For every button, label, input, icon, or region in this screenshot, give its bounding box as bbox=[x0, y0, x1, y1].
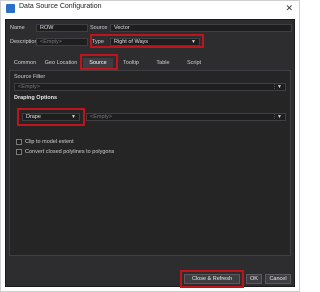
title-bar: Data Source Configuration ✕ bbox=[1, 1, 299, 17]
cancel-button[interactable]: Cancel bbox=[265, 274, 291, 284]
ok-button[interactable]: OK bbox=[246, 274, 262, 284]
type-highlight bbox=[90, 34, 204, 48]
source-filter-field[interactable]: <Empty> ⋮▼ bbox=[14, 83, 286, 91]
tab-common[interactable]: Common bbox=[11, 58, 39, 68]
window-title: Data Source Configuration bbox=[19, 3, 102, 10]
dialog-body: Name ROW Source Vector Description <Empt… bbox=[5, 19, 295, 288]
name-label: Name bbox=[10, 25, 25, 31]
name-field[interactable]: ROW bbox=[36, 24, 88, 32]
close-refresh-highlight bbox=[180, 270, 244, 288]
draping-filter-field[interactable]: <Empty> ⋮▼ bbox=[86, 113, 286, 121]
source-panel: Source Filter <Empty> ⋮▼ Draping Options… bbox=[9, 70, 291, 256]
dialog-window: Data Source Configuration ✕ Name ROW Sou… bbox=[0, 0, 300, 292]
more-options-icon[interactable]: ⋮▼ bbox=[272, 84, 282, 90]
source-tab-highlight bbox=[80, 54, 118, 70]
source-label: Source bbox=[90, 25, 108, 31]
tab-script[interactable]: Script bbox=[179, 58, 209, 68]
source-filter-placeholder: <Empty> bbox=[18, 84, 41, 90]
draping-options-header: Draping Options bbox=[14, 95, 58, 101]
tab-tooltip[interactable]: Tooltip bbox=[115, 58, 147, 68]
tab-geo-location[interactable]: Geo Location bbox=[41, 58, 81, 68]
clip-label: Clip to model extent bbox=[25, 139, 74, 145]
source-field[interactable]: Vector bbox=[110, 24, 292, 32]
app-icon bbox=[6, 4, 15, 13]
description-label: Description bbox=[10, 39, 38, 45]
more-options-icon[interactable]: ⋮▼ bbox=[272, 114, 282, 120]
source-value: Vector bbox=[114, 25, 130, 31]
draping-filter-placeholder: <Empty> bbox=[90, 114, 113, 120]
draping-highlight bbox=[17, 108, 85, 126]
tab-table[interactable]: Table bbox=[149, 58, 177, 68]
close-icon[interactable]: ✕ bbox=[285, 2, 293, 14]
convert-checkbox[interactable] bbox=[16, 149, 22, 155]
source-filter-label: Source Filter bbox=[14, 74, 46, 80]
description-placeholder: <Empty> bbox=[40, 39, 63, 45]
clip-checkbox[interactable] bbox=[16, 139, 22, 145]
name-value: ROW bbox=[40, 25, 54, 31]
convert-label: Convert closed polylines to polygons bbox=[25, 149, 115, 155]
description-field[interactable]: <Empty> bbox=[36, 38, 88, 46]
